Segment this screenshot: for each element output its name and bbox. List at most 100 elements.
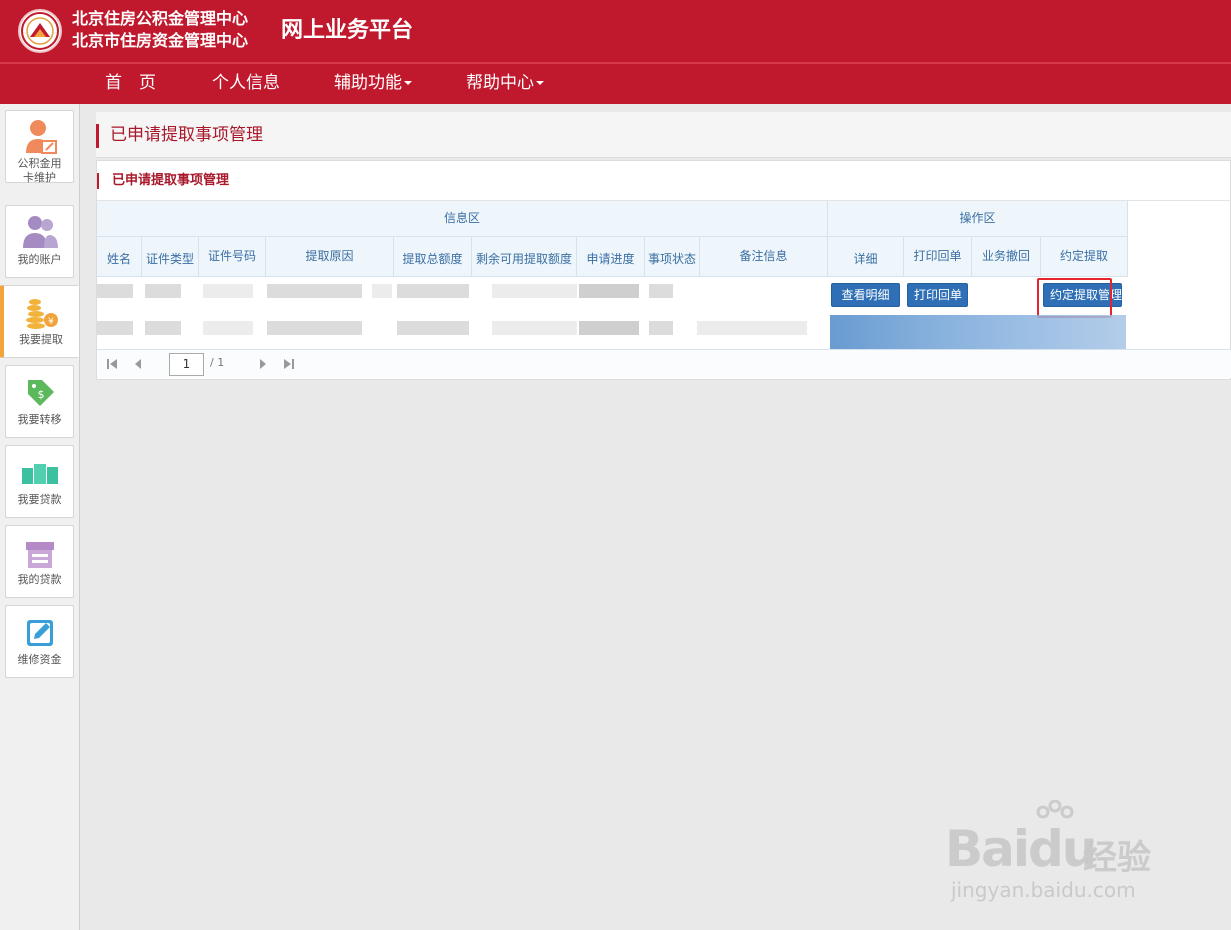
page-title-bar: 已申请提取事项管理 <box>96 112 1231 158</box>
last-page-icon[interactable] <box>283 358 295 370</box>
sidebar: 公积金用卡维护 我的账户 ¥ 我要提取 $ 我要转移 我要贷款 我的贷款 维修资… <box>0 104 80 930</box>
panel-header: 已申请提取事项管理 <box>97 161 1231 201</box>
cell-redacted <box>203 321 253 335</box>
nav-auxiliary[interactable]: 辅助功能 <box>334 64 412 104</box>
col-total-amount[interactable]: 提取总额度 <box>394 237 472 277</box>
top-header: 北京住房公积金管理中心 北京市住房资金管理中心 网上业务平台 <box>0 0 1231 62</box>
platform-title: 网上业务平台 <box>281 17 414 43</box>
print-receipt-button[interactable]: 打印回单 <box>907 283 968 307</box>
view-detail-button[interactable]: 查看明细 <box>831 283 900 307</box>
cell-redacted <box>397 284 469 298</box>
page-total: / 1 <box>210 356 225 369</box>
cell-redacted <box>649 284 673 298</box>
grid-column-header: 姓名 证件类型 证件号码 提取原因 提取总额度 剩余可用提取额度 申请进度 事项… <box>97 237 1128 277</box>
cell-redacted <box>145 284 181 298</box>
table-row[interactable] <box>97 313 1231 351</box>
next-page-icon[interactable] <box>257 358 269 370</box>
page-title: 已申请提取事项管理 <box>110 125 263 145</box>
col-withdraw-business[interactable]: 业务撤回 <box>972 237 1041 277</box>
caret-down-icon <box>404 81 412 85</box>
col-print[interactable]: 打印回单 <box>904 237 972 277</box>
sidebar-item-label: 我的贷款 <box>17 573 62 586</box>
col-remaining-amount[interactable]: 剩余可用提取额度 <box>472 237 577 277</box>
group-header-ops: 操作区 <box>828 201 1128 237</box>
cell-redacted <box>697 321 807 335</box>
col-status[interactable]: 事项状态 <box>645 237 700 277</box>
svg-text:¥: ¥ <box>48 317 54 327</box>
first-page-icon[interactable] <box>106 358 118 370</box>
col-detail[interactable]: 详细 <box>828 237 904 277</box>
nav-home-label: 首 页 <box>105 73 156 93</box>
nav-help-center-label: 帮助中心 <box>466 73 534 93</box>
caret-down-icon <box>536 81 544 85</box>
redacted-buttons <box>830 315 1126 351</box>
transfer-tag-icon: $ <box>27 380 54 406</box>
sidebar-item-card-maintenance[interactable]: 公积金用卡维护 <box>5 110 74 184</box>
nav-help-center[interactable]: 帮助中心 <box>466 64 544 104</box>
main-nav: 首 页 个人信息 辅助功能 帮助中心 <box>0 64 1231 104</box>
col-reason[interactable]: 提取原因 <box>266 237 394 277</box>
org-names: 北京住房公积金管理中心 北京市住房资金管理中心 <box>72 8 248 52</box>
sidebar-item-my-loan[interactable]: 我的贷款 <box>5 525 74 598</box>
users-icon <box>22 216 58 248</box>
group-header-info: 信息区 <box>97 201 828 237</box>
title-accent <box>96 124 99 148</box>
sidebar-item-my-account[interactable]: 我的账户 <box>5 205 74 278</box>
svg-text:$: $ <box>37 388 44 401</box>
nav-home[interactable]: 首 页 <box>105 64 156 104</box>
pagination: 1 / 1 <box>97 349 1231 378</box>
page-number-input[interactable]: 1 <box>169 353 204 376</box>
sidebar-item-label: 我要转移 <box>17 413 62 426</box>
edit-icon <box>26 620 53 646</box>
col-appointment[interactable]: 约定提取 <box>1041 237 1128 277</box>
sidebar-item-maintenance-fund[interactable]: 维修资金 <box>5 605 74 678</box>
cell-redacted <box>203 284 253 298</box>
watermark-brand-cn: 经验 <box>1083 838 1151 878</box>
panel-accent <box>97 173 99 189</box>
col-id-number[interactable]: 证件号码 <box>199 237 266 277</box>
col-progress[interactable]: 申请进度 <box>577 237 645 277</box>
baidu-watermark: Baidu 经验 jingyan.baidu.com <box>945 800 1175 910</box>
cell-redacted <box>97 284 133 298</box>
shop-icon <box>25 542 54 568</box>
user-card-icon <box>25 120 57 154</box>
sidebar-item-transfer[interactable]: $ 我要转移 <box>5 365 74 438</box>
cell-redacted <box>145 321 181 335</box>
cell-redacted <box>267 321 362 335</box>
sidebar-item-label: 我要贷款 <box>17 493 62 506</box>
cell-redacted <box>492 284 577 298</box>
cell-redacted <box>372 284 392 298</box>
sidebar-item-label: 我要提取 <box>19 333 63 346</box>
nav-personal-info-label: 个人信息 <box>212 73 280 93</box>
col-remarks[interactable]: 备注信息 <box>700 237 828 277</box>
sidebar-item-loan-apply[interactable]: 我要贷款 <box>5 445 74 518</box>
cell-redacted <box>579 284 639 298</box>
sidebar-item-label: 我的账户 <box>17 253 62 266</box>
sidebar-item-withdraw[interactable]: ¥ 我要提取 <box>0 285 79 358</box>
highlight-box <box>1037 278 1112 318</box>
sidebar-item-label: 公积金用卡维护 <box>17 157 62 184</box>
watermark-url: jingyan.baidu.com <box>951 878 1136 902</box>
col-id-type[interactable]: 证件类型 <box>142 237 199 277</box>
money-icon <box>21 464 58 484</box>
watermark-brand-head: Bai <box>945 820 1030 878</box>
org-name-2: 北京市住房资金管理中心 <box>72 31 249 50</box>
logo <box>18 9 62 53</box>
cell-redacted <box>267 284 362 298</box>
cell-redacted <box>397 321 469 335</box>
grid-group-header: 信息区 操作区 <box>97 201 1128 237</box>
col-name[interactable]: 姓名 <box>97 237 142 277</box>
nav-personal-info[interactable]: 个人信息 <box>212 64 280 104</box>
cell-redacted <box>492 321 577 335</box>
withdrawal-panel: 已申请提取事项管理 信息区 操作区 姓名 证件类型 证件号码 提取原因 提取总额… <box>96 160 1231 380</box>
panel-title: 已申请提取事项管理 <box>112 173 230 188</box>
org-emblem-icon <box>21 12 59 50</box>
prev-page-icon[interactable] <box>132 358 144 370</box>
nav-auxiliary-label: 辅助功能 <box>334 73 402 93</box>
cell-redacted <box>579 321 639 335</box>
watermark-brand: Baidu <box>945 820 1097 878</box>
org-name-1: 北京住房公积金管理中心 <box>72 9 249 28</box>
cell-redacted <box>97 321 133 335</box>
sidebar-item-label: 维修资金 <box>17 653 62 666</box>
cell-redacted <box>649 321 673 335</box>
